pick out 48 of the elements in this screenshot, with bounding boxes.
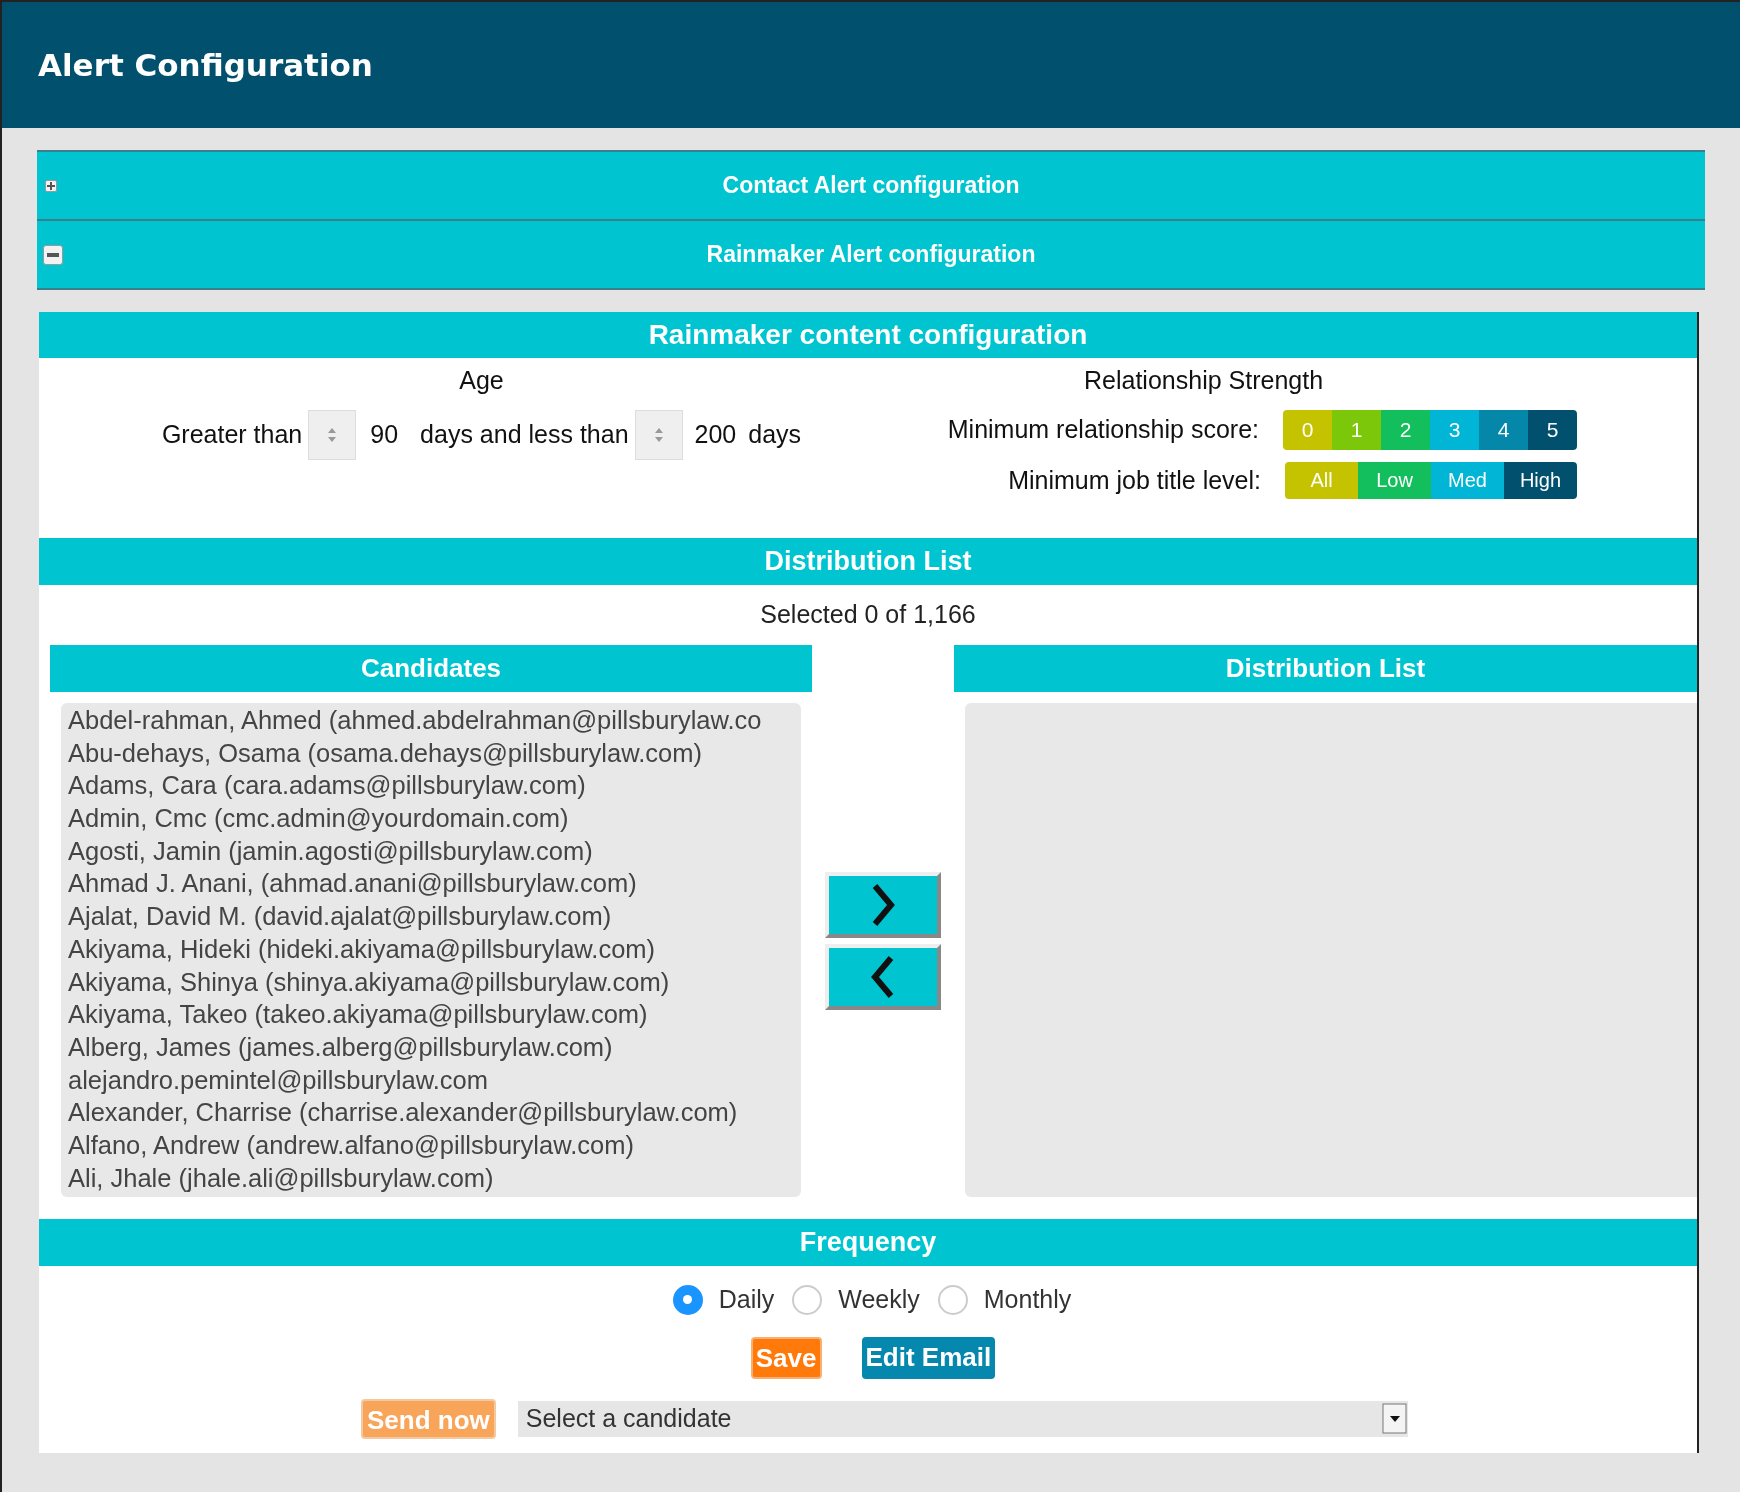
chevron-left-icon (871, 955, 895, 999)
list-header: Distribution List (954, 645, 1697, 692)
list-item[interactable]: Akiyama, Shinya (shinya.akiyama@pillsburylaw.com) (68, 965, 801, 999)
level-option[interactable]: High (1504, 461, 1577, 499)
section-header: Distribution List (39, 538, 1697, 585)
list-item[interactable]: Alberg, James (james.alberg@pillsburylaw.com) (68, 1030, 801, 1064)
collapse-icon[interactable] (43, 244, 63, 265)
add-button[interactable] (825, 872, 941, 938)
list-header: Candidates (50, 645, 812, 692)
radio-button[interactable] (672, 1284, 703, 1315)
list-item[interactable]: Ahmad J. Anani, (ahmad.anani@pillsburylaw.com) (68, 867, 801, 901)
list-item[interactable]: alejandro.pemintel@pillsburylaw.com (68, 1063, 801, 1097)
candidate-select[interactable]: Select a candidate (517, 1400, 1408, 1437)
field-label: days (748, 418, 802, 450)
radio-label: Daily (718, 1284, 775, 1315)
list-item[interactable]: Alexander, Charrise (charrise.alexander@pillsburylaw.com) (68, 1096, 801, 1129)
radio-button[interactable] (792, 1284, 823, 1315)
chevron-right-icon (871, 883, 895, 927)
section-header: Rainmaker content configuration (39, 312, 1697, 358)
list-item[interactable]: Akiyama, Takeo (takeo.akiyama@pillsburylaw.com) (68, 998, 801, 1031)
radio-label: Monthly (983, 1284, 1072, 1315)
field-label: Minimum job title level: (1008, 464, 1261, 496)
remove-button[interactable] (825, 944, 941, 1010)
field-label: Greater than (161, 418, 303, 450)
number-value: 200 (694, 418, 737, 450)
list-item[interactable]: Agosti, Jamin (jamin.agosti@pillsburylaw.com) (68, 834, 801, 868)
edit-email-button[interactable]: Edit Email (861, 1336, 996, 1379)
list-item[interactable]: Ali, Jhale (jhale.ali@pillsburylaw.com) (68, 1161, 801, 1195)
radio-button[interactable] (937, 1284, 968, 1315)
section-label: Age (459, 365, 504, 396)
window-title: Alert Configuration (38, 45, 373, 85)
list-item[interactable]: Adams, Cara (cara.adams@pillsburylaw.com) (68, 769, 801, 803)
score-option[interactable]: 4 (1479, 409, 1528, 450)
list-item[interactable]: Admin, Cmc (cmc.admin@yourdomain.com) (68, 802, 801, 835)
list-item[interactable]: Abu-dehays, Osama (osama.dehays@pillsburylaw.com) (68, 736, 801, 770)
field-label: days and less than (420, 418, 629, 450)
list-item[interactable]: Ajalat, David M. (david.ajalat@pillsburylaw.com) (68, 900, 801, 933)
section-header: Frequency (39, 1219, 1697, 1266)
list-item[interactable]: Akiyama, Hideki (hideki.akiyama@pillsburylaw.com) (68, 932, 801, 966)
list-item[interactable]: Abdel-rahman, Ahmed (ahmed.abdelrahman@pillsburylaw.co (68, 704, 801, 737)
expand-icon[interactable] (45, 179, 57, 192)
radio-label: Weekly (838, 1284, 920, 1315)
score-option[interactable]: 5 (1528, 409, 1577, 450)
selection-count: Selected 0 of 1,166 (760, 599, 976, 631)
number-value: 90 (370, 418, 399, 450)
section-label: Relationship Strength (1084, 365, 1325, 396)
list-item[interactable]: Alfano, Andrew (andrew.alfano@pillsburylaw.com) (68, 1128, 801, 1162)
field-label: Minimum relationship score: (947, 413, 1259, 445)
